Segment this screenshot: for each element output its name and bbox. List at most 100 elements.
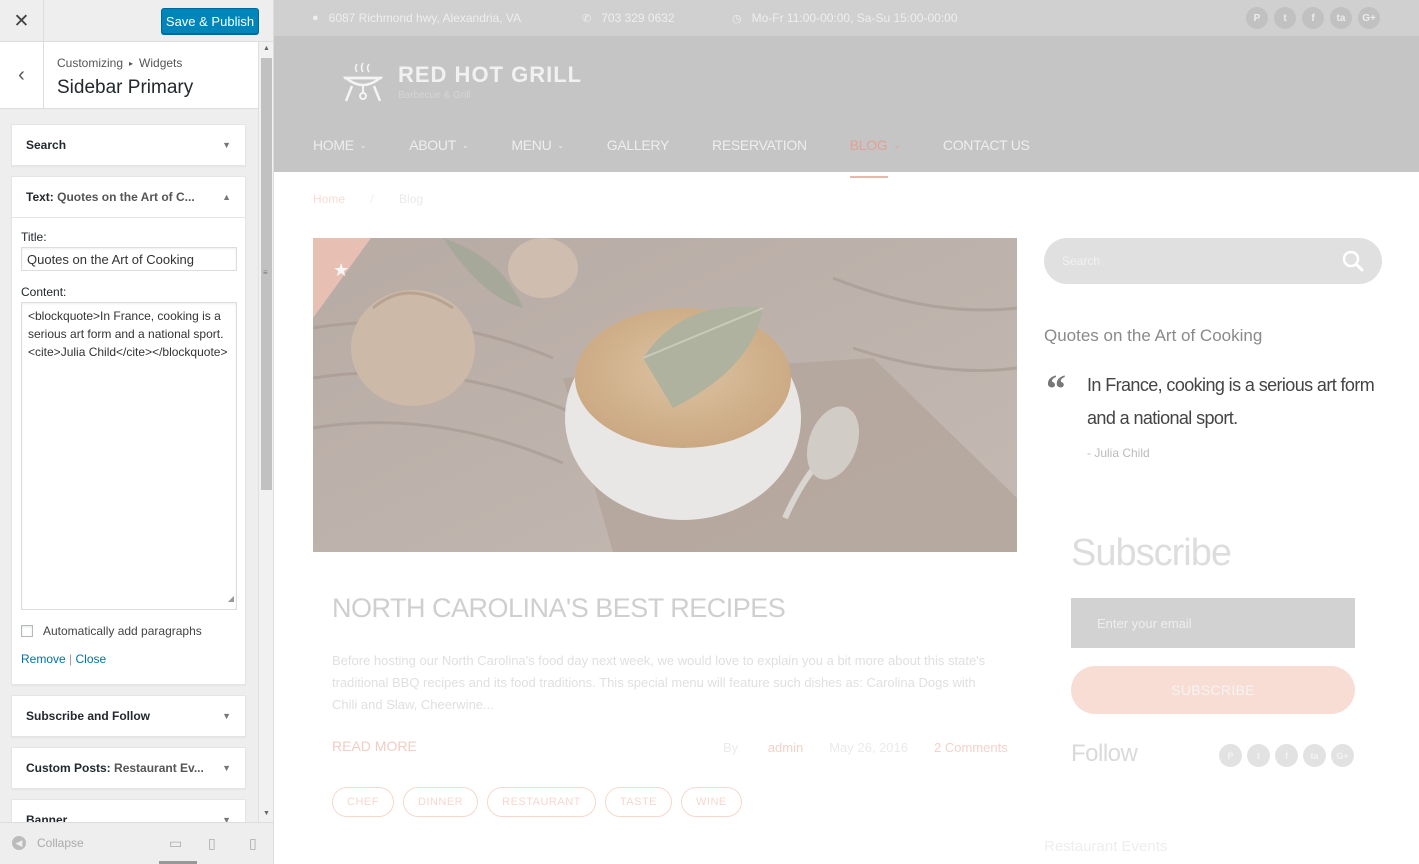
facebook-icon[interactable]: f [1275, 744, 1298, 767]
top-info-bar: ● 6087 Richmond hwy, Alexandria, VA ✆ 70… [274, 0, 1419, 36]
widget-subscribe[interactable]: Subscribe and Follow ▼ [11, 695, 246, 737]
chevron-down-icon[interactable]: ▼ [222, 815, 231, 822]
email-field[interactable]: Enter your email [1071, 598, 1355, 648]
twitter-icon[interactable]: t [1247, 744, 1270, 767]
tag-taste[interactable]: TASTE [604, 787, 673, 817]
widget-search[interactable]: Search ▼ [11, 124, 246, 166]
widget-text[interactable]: Text: Quotes on the Art of C... ▲ Title:… [11, 176, 246, 685]
scroll-down-icon[interactable]: ▼ [263, 810, 270, 817]
content-text: <blockquote>In France, cooking is a seri… [28, 309, 228, 359]
phone-item: ✆ 703 329 0632 [582, 11, 675, 25]
section-title: Sidebar Primary [57, 77, 194, 98]
title-input[interactable]: Quotes on the Art of Cooking [21, 247, 237, 271]
nav-blog-label: BLOG [849, 137, 888, 153]
facebook-icon[interactable]: f [1302, 7, 1324, 29]
nav-contact[interactable]: CONTACT US [943, 137, 1030, 153]
pinterest-icon[interactable]: P [1246, 7, 1268, 29]
chevron-down-icon: ⌄ [557, 141, 564, 150]
google-plus-icon[interactable]: G+ [1331, 744, 1354, 767]
close-link[interactable]: Close [76, 652, 107, 666]
tablet-preview-icon[interactable]: ▯ [208, 835, 216, 852]
read-more-link[interactable]: READ MORE [332, 738, 417, 754]
customizer-scrollbar[interactable]: ▲ ≡ ▼ [258, 42, 273, 822]
chevron-up-icon[interactable]: ▲ [222, 192, 231, 202]
google-plus-icon[interactable]: G+ [1358, 7, 1380, 29]
scroll-up-icon[interactable]: ▲ [263, 45, 270, 52]
actions-separator: | [69, 652, 73, 666]
nav-reservation[interactable]: RESERVATION [712, 137, 807, 153]
breadcrumb-home-link[interactable]: Home [313, 192, 345, 206]
resize-grip-icon[interactable]: ◢ [228, 590, 234, 608]
star-icon: ★ [333, 260, 349, 281]
quote-mark-icon: “ [1046, 366, 1066, 411]
widget-text-header[interactable]: Text: Quotes on the Art of C... ▲ [12, 177, 245, 217]
food-photo: ★ [313, 238, 1017, 552]
widget-text-label: Quotes on the Art of C... [57, 190, 195, 204]
widget-custom-posts-header[interactable]: Custom Posts: Restaurant Ev... ▼ [12, 748, 245, 788]
phone-text: 703 329 0632 [601, 11, 675, 25]
widget-search-label: Search [26, 138, 67, 152]
breadcrumb-separator-icon: ▸ [129, 59, 134, 68]
nav-home[interactable]: HOME ⌄ [313, 137, 367, 153]
chevron-down-icon[interactable]: ▼ [222, 763, 231, 773]
tag-dinner[interactable]: DINNER [402, 787, 479, 817]
meta-comments-link[interactable]: 2 Comments [934, 740, 1008, 755]
grill-logo-icon [342, 62, 384, 102]
breadcrumb-widgets: Widgets [139, 56, 183, 70]
auto-paragraphs-checkbox[interactable] [21, 625, 33, 637]
widget-custom-posts-label: Restaurant Ev... [114, 761, 204, 775]
close-icon[interactable]: ✕ [0, 0, 44, 42]
auto-paragraphs-label: Automatically add paragraphs [43, 624, 202, 638]
meta-author-link[interactable]: admin [768, 740, 803, 755]
widget-banner[interactable]: Banner ▼ [11, 799, 246, 822]
content-textarea[interactable]: <blockquote>In France, cooking is a seri… [21, 302, 237, 610]
tripadvisor-icon[interactable]: ta [1303, 744, 1326, 767]
desktop-preview-icon[interactable]: ▭ [169, 835, 182, 852]
hours-text: Mo-Fr 11:00-00:00, Sa-Su 15:00-00:00 [751, 11, 958, 25]
widget-search-header[interactable]: Search ▼ [12, 125, 245, 165]
collapse-label: Collapse [37, 836, 84, 850]
search-icon[interactable] [1342, 250, 1364, 272]
nav-menu[interactable]: MENU ⌄ [511, 137, 564, 153]
breadcrumb-customizing: Customizing [57, 56, 124, 70]
site-logo[interactable]: RED HOT GRILL Barbecue & Grill [340, 58, 582, 104]
widget-subscribe-header[interactable]: Subscribe and Follow ▼ [12, 696, 245, 736]
chevron-down-icon[interactable]: ▼ [222, 711, 231, 721]
nav-blog[interactable]: BLOG ⌄ [849, 137, 900, 178]
address-item: ● 6087 Richmond hwy, Alexandria, VA [312, 11, 521, 25]
breadcrumb: Customizing ▸ Widgets [57, 56, 182, 70]
subscribe-button[interactable]: SUBSCRIBE [1071, 666, 1355, 714]
remove-link[interactable]: Remove [21, 652, 66, 666]
scroll-grip-icon: ≡ [263, 268, 268, 277]
post-featured-image[interactable]: ★ [313, 238, 1017, 552]
widget-text-body: Title: Quotes on the Art of Cooking Cont… [12, 217, 245, 678]
hours-item: ◷ Mo-Fr 11:00-00:00, Sa-Su 15:00-00:00 [732, 11, 958, 25]
pinterest-icon[interactable]: P [1219, 744, 1242, 767]
tag-chef[interactable]: CHEF [332, 787, 394, 817]
nav-gallery[interactable]: GALLERY [607, 137, 670, 153]
save-publish-button[interactable]: Save & Publish [161, 8, 259, 34]
tripadvisor-icon[interactable]: ta [1330, 7, 1352, 29]
title-label: Title: [21, 230, 47, 244]
nav-about[interactable]: ABOUT ⌄ [409, 137, 468, 153]
tag-wine[interactable]: WINE [681, 787, 742, 817]
chevron-down-icon[interactable]: ▼ [222, 140, 231, 150]
back-arrow-icon[interactable]: ‹ [0, 42, 44, 109]
tag-restaurant[interactable]: RESTAURANT [487, 787, 596, 817]
twitter-icon[interactable]: t [1274, 7, 1296, 29]
widget-banner-header[interactable]: Banner ▼ [12, 800, 245, 822]
collapse-button[interactable]: ◀ Collapse [12, 836, 84, 850]
email-placeholder: Enter your email [1097, 615, 1192, 631]
post-title[interactable]: NORTH CAROLINA'S BEST RECIPES [332, 593, 786, 624]
widget-custom-posts[interactable]: Custom Posts: Restaurant Ev... ▼ [11, 747, 246, 789]
follow-title: Follow [1071, 740, 1138, 767]
location-pin-icon: ● [312, 12, 319, 24]
collapse-arrow-icon: ◀ [12, 836, 26, 850]
main-navigation: HOME ⌄ ABOUT ⌄ MENU ⌄ GALLERY RESERVATION B… [313, 137, 1073, 178]
clock-icon: ◷ [732, 12, 742, 25]
restaurant-events-title: Restaurant Events [1044, 838, 1168, 855]
quote-cite: - Julia Child [1087, 446, 1150, 460]
sidebar-search-input[interactable]: Search [1044, 238, 1382, 284]
widget-custom-posts-prefix: Custom Posts: [26, 761, 111, 775]
mobile-preview-icon[interactable]: ▯ [249, 835, 257, 852]
